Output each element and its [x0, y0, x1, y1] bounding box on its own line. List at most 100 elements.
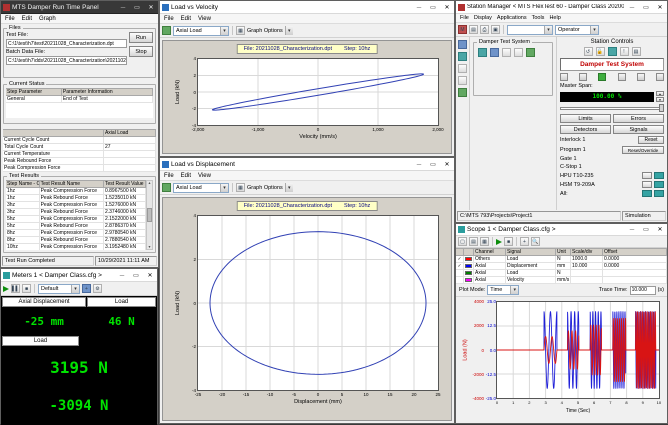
- table-row[interactable]: 8hzPeak Compression Force2.9780540 kN: [6, 230, 146, 237]
- titlebar[interactable]: Load vs Velocity: [160, 1, 454, 14]
- graph-options-icon[interactable]: ▦: [236, 26, 245, 35]
- minimize-button[interactable]: [117, 2, 129, 12]
- all-high-button[interactable]: [654, 190, 664, 197]
- table-row[interactable]: Current Cycle Count: [3, 137, 156, 144]
- preset-combo[interactable]: Default: [38, 284, 80, 294]
- interlock-reset-button[interactable]: Reset: [638, 136, 664, 144]
- table-row[interactable]: 10hzPeak Compression Force3.1952480 kN: [6, 244, 146, 250]
- access-level-combo[interactable]: Operator: [555, 25, 599, 35]
- vertical-scrollbar[interactable]: [146, 180, 153, 250]
- minimize-button[interactable]: [413, 159, 425, 169]
- stop-icon[interactable]: ■: [22, 284, 31, 293]
- master-span-slider[interactable]: [560, 104, 664, 112]
- minimize-button[interactable]: [413, 2, 425, 12]
- run-button[interactable]: Run: [129, 32, 153, 43]
- menu-item[interactable]: View: [198, 16, 211, 22]
- table-row[interactable]: Peak Compression Force: [3, 165, 156, 172]
- titlebar[interactable]: MTS Damper Run Time Panel: [1, 1, 158, 14]
- test-file-input[interactable]: C:\1\test\h7\test\20211028_Characterizat…: [6, 39, 127, 48]
- graph-options-label[interactable]: Graph Options: [247, 28, 283, 34]
- chevron-down-icon[interactable]: [220, 184, 228, 192]
- table-row[interactable]: 5hzPeak Rebound Force2.8786370 kN: [6, 223, 146, 230]
- maximize-button[interactable]: [427, 159, 439, 169]
- print-icon[interactable]: ⎙: [480, 25, 489, 34]
- scroll-down-icon[interactable]: [148, 245, 151, 249]
- table-row[interactable]: Total Cycle Count27: [3, 144, 156, 151]
- panel-icon[interactable]: ▤: [632, 47, 641, 56]
- scope-channel-row[interactable]: Axial Load N: [456, 270, 667, 277]
- channel-combo[interactable]: Axial Load: [173, 183, 229, 193]
- minimize-button[interactable]: [626, 2, 638, 12]
- titlebar[interactable]: Meters 1 < Damper Class.cfg >: [1, 269, 157, 282]
- table-row[interactable]: 3hzPeak Rebound Force2.3746000 kN: [6, 209, 146, 216]
- signals-button[interactable]: Signals: [613, 125, 664, 134]
- meters-icon[interactable]: [458, 64, 467, 73]
- maximize-button[interactable]: [640, 2, 652, 12]
- chevron-down-icon[interactable]: [285, 183, 293, 192]
- menu-item[interactable]: File: [164, 173, 174, 179]
- chevron-down-icon[interactable]: [590, 26, 598, 34]
- scope-icon[interactable]: [458, 52, 467, 61]
- open-project-icon[interactable]: ▤: [469, 25, 478, 34]
- channel-combo[interactable]: Axial Load: [173, 26, 229, 36]
- maximize-button[interactable]: [131, 2, 143, 12]
- channel-checkbox[interactable]: [456, 270, 464, 277]
- procedure-icon[interactable]: [478, 48, 487, 57]
- cursor-icon[interactable]: +: [520, 237, 529, 246]
- chevron-down-icon[interactable]: [220, 27, 228, 35]
- settings-icon[interactable]: ⚙: [93, 284, 102, 293]
- start-trace-icon[interactable]: [496, 239, 502, 245]
- spin-up-icon[interactable]: ▲: [656, 91, 664, 96]
- station-combo[interactable]: [507, 25, 553, 35]
- scrollbar-thumb[interactable]: [147, 208, 152, 222]
- titlebar[interactable]: Station Manager < MTS FlexTest 60 - Damp…: [456, 1, 667, 14]
- program-run-button[interactable]: [618, 73, 626, 81]
- titlebar[interactable]: Load vs Displacement: [160, 158, 454, 171]
- scope-channel-row[interactable]: Axial Velocity mm/s: [456, 277, 667, 284]
- exclusive-control-icon[interactable]: !: [620, 47, 629, 56]
- table-row[interactable]: GeneralEnd of Test: [6, 96, 153, 103]
- table-row[interactable]: 8hzPeak Rebound Force2.7880540 kN: [6, 237, 146, 244]
- specimen-icon[interactable]: [502, 48, 511, 57]
- table-row[interactable]: 3hzPeak Compression Force1.5276000 kN: [6, 202, 146, 209]
- menu-item[interactable]: File: [460, 15, 469, 21]
- close-button[interactable]: [145, 2, 157, 12]
- chevron-down-icon[interactable]: [544, 26, 552, 34]
- chevron-down-icon[interactable]: [71, 285, 79, 293]
- menu-item[interactable]: Tools: [532, 15, 545, 21]
- stop-button[interactable]: Stop: [129, 46, 153, 57]
- spin-down-icon[interactable]: ▼: [656, 97, 664, 102]
- hsm-high-button[interactable]: [654, 181, 664, 188]
- new-icon[interactable]: ▢: [458, 237, 467, 246]
- hold-icon[interactable]: ▌▌: [11, 284, 20, 293]
- program-reset-override-button[interactable]: Reset/Override: [622, 146, 664, 154]
- limits-button[interactable]: Limits: [560, 114, 611, 123]
- menu-item[interactable]: Display: [474, 15, 492, 21]
- power-low-button[interactable]: [579, 73, 587, 81]
- unlock-icon[interactable]: 🔓: [596, 47, 605, 56]
- channel-checkbox[interactable]: [456, 277, 464, 284]
- batch-file-input[interactable]: C:\1\test\h7\dds\20211028_Characterizati…: [6, 56, 127, 65]
- hpu-low-button[interactable]: [642, 172, 652, 179]
- chevron-down-icon[interactable]: [285, 26, 293, 35]
- chevron-down-icon[interactable]: [510, 286, 518, 294]
- close-button[interactable]: [441, 2, 453, 12]
- scope-channel-row[interactable]: ✓ Others Load N 1000.0 0.0000: [456, 256, 667, 263]
- menu-item[interactable]: Edit: [181, 16, 191, 22]
- channel-checkbox[interactable]: ✓: [456, 263, 464, 270]
- menu-item[interactable]: File: [164, 16, 174, 22]
- hpu-high-button[interactable]: [654, 172, 664, 179]
- plot-mode-combo[interactable]: Time: [487, 285, 519, 295]
- minimize-button[interactable]: [626, 225, 638, 235]
- detectors-icon[interactable]: [458, 88, 467, 97]
- test-run-icon[interactable]: [490, 48, 499, 57]
- menu-item[interactable]: View: [198, 173, 211, 179]
- close-button[interactable]: [654, 2, 666, 12]
- open-icon[interactable]: ▤: [469, 237, 478, 246]
- channel-checkbox[interactable]: ✓: [456, 256, 464, 263]
- stop-trace-icon[interactable]: ■: [504, 237, 513, 246]
- detectors-button[interactable]: Detectors: [560, 125, 611, 134]
- hsm-low-button[interactable]: [642, 181, 652, 188]
- slider-thumb[interactable]: [659, 104, 664, 112]
- power-high-button[interactable]: [598, 73, 606, 81]
